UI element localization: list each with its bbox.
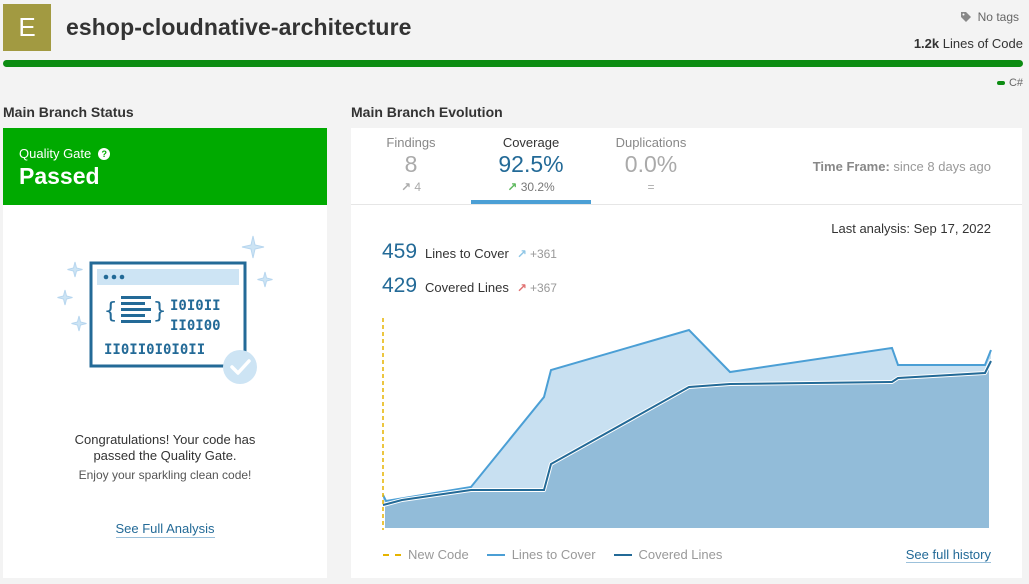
see-full-history-link[interactable]: See full history (905, 547, 991, 563)
see-full-analysis-wrapper: See Full Analysis (3, 521, 327, 538)
tab-findings-delta-value: 4 (414, 180, 422, 194)
tab-duplications[interactable]: Duplications 0.0% = (591, 128, 711, 205)
main-branch-evolution-title: Main Branch Evolution (351, 104, 503, 120)
time-frame-value: since 8 days ago (893, 159, 991, 174)
legend-lines-to-cover: Lines to Cover (486, 547, 596, 562)
svg-text:{: { (104, 299, 117, 324)
lines-of-code: 1.2k Lines of Code (914, 36, 1023, 51)
see-full-analysis-link[interactable]: See Full Analysis (115, 521, 215, 538)
tab-findings-value: 8 (404, 151, 418, 177)
arrow-up-right-icon: ↗ (400, 180, 412, 194)
legend-lines-to-cover-label: Lines to Cover (511, 547, 596, 562)
legend-covered-lines-label: Covered Lines (638, 547, 723, 562)
tab-duplications-value: 0.0% (624, 151, 678, 177)
quality-gate-label-row: Quality Gate ? (19, 146, 111, 161)
lines-to-cover-label: Lines to Cover (425, 246, 509, 261)
covered-lines-delta: ↗ +367 (517, 281, 557, 295)
tab-findings-label: Findings (386, 135, 436, 150)
tab-coverage-value: 92.5% (498, 151, 564, 177)
binary-line-2: II0I00 (170, 318, 221, 334)
project-title[interactable]: eshop-cloudnative-architecture (66, 14, 412, 41)
quality-gate-status-box: Quality Gate ? Passed (3, 128, 327, 205)
lines-to-cover-metric: 459 Lines to Cover ↗ +361 (382, 240, 557, 264)
tabs-divider (351, 204, 1022, 205)
covered-lines-value[interactable]: 429 (382, 274, 417, 298)
legend-new-code: New Code (383, 547, 469, 562)
legend-lines-to-cover-swatch (486, 553, 505, 556)
tab-findings-delta: ↗ 4 (351, 180, 471, 194)
tags-label: No tags (977, 10, 1019, 24)
congrats-line-1: Congratulations! Your code has (74, 432, 256, 447)
enjoy-message: Enjoy your sparkling clean code! (78, 468, 252, 482)
tab-coverage-delta-value: 30.2% (520, 180, 555, 194)
legend-new-code-swatch (383, 553, 401, 556)
covered-lines-delta-value: +367 (529, 281, 557, 295)
last-analysis: Last analysis: Sep 17, 2022 (831, 221, 991, 236)
tab-duplications-label: Duplications (615, 135, 687, 150)
covered-lines-metric: 429 Covered Lines ↗ +367 (382, 274, 557, 298)
quality-gate-panel: Quality Gate ? Passed { } I0I0II II0I00 … (3, 128, 327, 578)
lines-to-cover-value[interactable]: 459 (382, 240, 417, 264)
tab-duplications-delta: = (647, 180, 655, 194)
project-avatar: E (3, 4, 51, 51)
time-frame-label: Time Frame: (812, 159, 890, 174)
arrow-up-right-icon: ↗ (516, 247, 527, 261)
coverage-evolution-chart (381, 318, 993, 532)
language-label: C# (1008, 77, 1023, 89)
quality-gate-label: Quality Gate (19, 146, 92, 161)
tab-findings[interactable]: Findings 8 ↗ 4 (351, 128, 471, 205)
tab-coverage[interactable]: Coverage 92.5% ↗ 30.2% (471, 128, 591, 205)
main-branch-status-title: Main Branch Status (3, 104, 134, 120)
quality-gate-status: Passed (19, 163, 100, 189)
covered-lines-label: Covered Lines (425, 280, 509, 295)
binary-line-3: II0II0I0I0II (104, 342, 205, 358)
tab-coverage-label: Coverage (502, 135, 560, 150)
binary-line-1: I0I0II (170, 298, 221, 314)
lines-to-cover-delta-value: +361 (529, 247, 557, 261)
chart-legend: New Code Lines to Cover Covered Lines (383, 547, 722, 562)
loc-value: 1.2k (913, 36, 940, 51)
clean-code-illustration-icon: { } I0I0II II0I00 II0II0I0I0II (57, 235, 273, 384)
congrats-line-2: passed the Quality Gate. (93, 448, 237, 463)
tags[interactable]: No tags (960, 10, 1019, 24)
legend-covered-lines-swatch (613, 553, 632, 556)
arrow-up-right-icon: ↗ (507, 180, 518, 194)
congratulations-message: Congratulations! Your code has passed th… (3, 432, 327, 464)
language-swatch (996, 81, 1005, 85)
language-legend: C# (996, 77, 1023, 89)
covered-lines-area (381, 359, 993, 532)
help-icon[interactable]: ? (98, 147, 111, 160)
see-full-history-wrapper: See full history (905, 547, 991, 563)
arrow-up-right-icon: ↗ (516, 281, 527, 295)
legend-covered-lines: Covered Lines (613, 547, 723, 562)
language-distribution-bar (3, 60, 1023, 67)
tag-icon (960, 12, 971, 22)
lines-to-cover-delta: ↗ +361 (517, 247, 557, 261)
evolution-panel: Findings 8 ↗ 4 Coverage 92.5% ↗ 30.2% Du… (351, 128, 1022, 578)
legend-new-code-label: New Code (408, 547, 469, 562)
tab-coverage-delta: ↗ 30.2% (471, 180, 591, 194)
loc-label: Lines of Code (942, 36, 1023, 51)
time-frame: Time Frame: since 8 days ago (813, 159, 991, 174)
svg-text:}: } (153, 299, 166, 324)
